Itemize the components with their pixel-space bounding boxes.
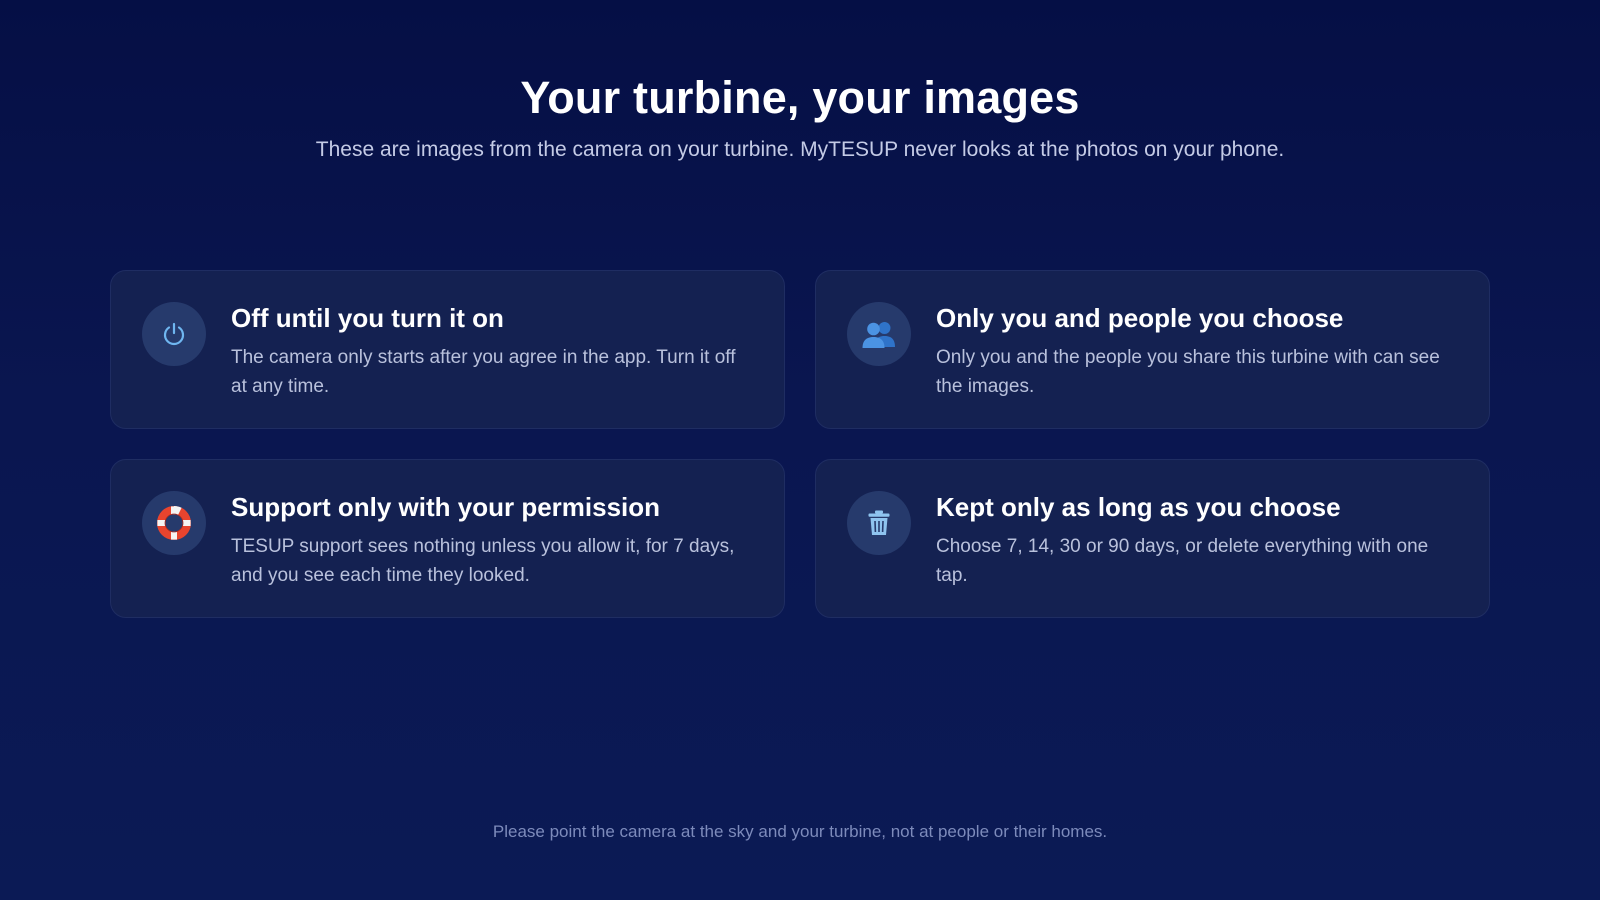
- card-support-permission: Support only with your permission TESUP …: [110, 459, 785, 618]
- card-title: Off until you turn it on: [231, 303, 504, 333]
- card-title: Support only with your permission: [231, 492, 661, 522]
- card-description: Only you and the people you share this t…: [936, 347, 1440, 397]
- card-description: The camera only starts after you agree i…: [231, 347, 736, 397]
- power-icon: [142, 302, 206, 366]
- card-description: TESUP support sees nothing unless you al…: [231, 536, 735, 586]
- page-subtitle: These are images from the camera on your…: [315, 138, 1285, 161]
- card-only-you: Only you and people you choose Only you …: [815, 270, 1490, 429]
- card-description: Choose 7, 14, 30 or 90 days, or delete e…: [936, 536, 1429, 586]
- trash-icon: [847, 491, 911, 555]
- page-header: Your turbine, your images These are imag…: [0, 70, 1600, 164]
- page-title: Your turbine, your images: [520, 72, 1080, 123]
- card-title: Kept only as long as you choose: [936, 492, 1341, 522]
- card-off-until-on: Off until you turn it on The camera only…: [110, 270, 785, 429]
- lifebuoy-icon: [142, 491, 206, 555]
- privacy-cards-grid: Off until you turn it on The camera only…: [110, 270, 1490, 618]
- footer-note: Please point the camera at the sky and y…: [492, 822, 1108, 841]
- card-retention: Kept only as long as you choose Choose 7…: [815, 459, 1490, 618]
- card-title: Only you and people you choose: [936, 303, 1344, 333]
- privacy-info-page: Your turbine, your images These are imag…: [0, 0, 1600, 900]
- people-icon: [847, 302, 911, 366]
